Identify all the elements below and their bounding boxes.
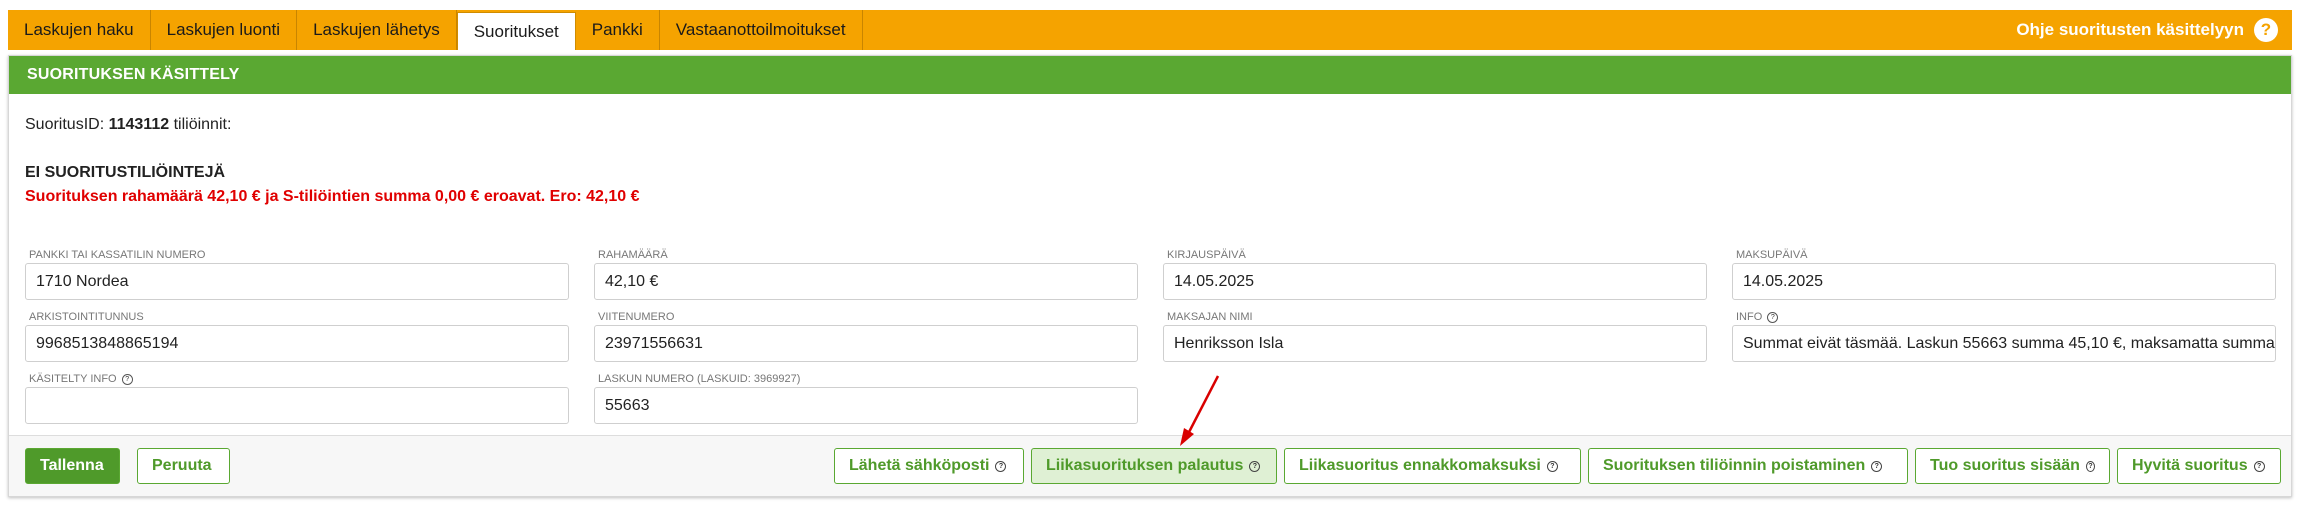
payer-label: MAKSAJAN NIMI [1167,311,1253,323]
amount-input[interactable]: 42,10 € [594,263,1138,300]
pay-date-field: MAKSUPÄIVÄ 14.05.2025 [1732,249,2276,300]
tab-laskujen-haku[interactable]: Laskujen haku [8,10,151,50]
payment-id: 1143112 [108,116,170,133]
tab-vastaanottoilmoitukset[interactable]: Vastaanottoilmoitukset [660,10,863,50]
payer-input[interactable]: Henriksson Isla [1163,325,1707,362]
id-prefix: SuoritusID: [25,116,105,133]
question-icon: ? [2254,18,2278,42]
question-icon[interactable]: ? [121,373,133,385]
archive-id-input[interactable]: 9968513848865194 [25,325,569,362]
bank-field: PANKKI TAI KASSATILIN NUMERO 1710 Nordea [25,249,569,300]
import-payment-button[interactable]: Tuo suoritus sisään? [1915,448,2110,484]
pay-date-input[interactable]: 14.05.2025 [1732,263,2276,300]
payer-field: MAKSAJAN NIMI Henriksson Isla [1163,311,1707,362]
approve-label: Hyvitä suoritus [2132,457,2248,474]
entry-date-label: KIRJAUSPÄIVÄ [1167,249,1246,261]
handled-info-label: KÄSITELTY INFO [29,373,117,385]
action-bar: Tallenna Peruuta Lähetä sähköposti? Liik… [9,435,2291,496]
save-button[interactable]: Tallenna [25,448,120,484]
annotation-arrow-icon [1180,375,1220,446]
archive-id-label: ARKISTOINTITUNNUS [29,311,144,323]
help-label: Ohje suoritusten käsittelyyn [2016,20,2244,39]
cancel-button[interactable]: Peruuta [137,448,230,484]
panel-title: SUORITUKSEN KÄSITTELY [9,56,2291,94]
send-email-label: Lähetä sähköposti [849,457,990,474]
import-label: Tuo suoritus sisään [1930,457,2080,474]
invoice-number-label: LASKUN NUMERO (LASKUID: 3969927) [598,373,801,385]
top-nav: Laskujen haku Laskujen luonti Laskujen l… [8,10,2292,50]
no-entries-heading: EI SUORITUSTILIÖINTEJÄ [25,164,226,181]
reference-input[interactable]: 23971556631 [594,325,1138,362]
send-email-button[interactable]: Lähetä sähköposti? [834,448,1024,484]
tab-laskujen-lahetys[interactable]: Laskujen lähetys [297,10,457,50]
invoice-number-field: LASKUN NUMERO (LASKUID: 3969927) 55663 [594,373,1138,424]
id-suffix: tiliöinnit: [173,116,232,133]
question-icon: ? [2085,460,2095,472]
bank-input[interactable]: 1710 Nordea [25,263,569,300]
help-link[interactable]: Ohje suoritusten käsittelyyn ? [2016,10,2292,50]
question-icon[interactable]: ? [1767,311,1779,323]
payment-id-line: SuoritusID: 1143112 tiliöinnit: [25,116,231,134]
remove-entries-label: Suorituksen tiliöinnin poistaminen [1603,457,1866,474]
info-label-wrap: INFO ? [1736,311,2276,323]
info-label: INFO [1736,311,1763,323]
advance-label: Liikasuoritus ennakkomaksuksi [1299,457,1541,474]
reference-field: VIITENUMERO 23971556631 [594,311,1138,362]
remove-entries-button[interactable]: Suorituksen tiliöinnin poistaminen? [1588,448,1908,484]
question-icon: ? [2253,460,2265,472]
pay-date-label: MAKSUPÄIVÄ [1736,249,1808,261]
reference-label: VIITENUMERO [598,311,675,323]
overpayment-advance-button[interactable]: Liikasuoritus ennakkomaksuksi? [1284,448,1581,484]
refund-overpayment-button[interactable]: Liikasuorituksen palautus? [1031,448,1277,484]
invoice-number-input[interactable]: 55663 [594,387,1138,424]
amount-label: RAHAMÄÄRÄ [598,249,668,261]
entry-date-field: KIRJAUSPÄIVÄ 14.05.2025 [1163,249,1707,300]
question-icon: ? [1249,460,1261,472]
amount-field: RAHAMÄÄRÄ 42,10 € [594,249,1138,300]
tab-pankki[interactable]: Pankki [576,10,660,50]
refund-label: Liikasuorituksen palautus [1046,457,1244,474]
entry-date-input[interactable]: 14.05.2025 [1163,263,1707,300]
handled-info-input[interactable] [25,387,569,424]
question-icon: ? [995,460,1007,472]
question-icon: ? [1871,460,1883,472]
handled-info-label-wrap: KÄSITELTY INFO ? [29,373,569,385]
handled-info-field: KÄSITELTY INFO ? [25,373,569,424]
info-input[interactable]: Summat eivät täsmää. Laskun 55663 summa … [1732,325,2276,362]
payment-panel: SUORITUKSEN KÄSITTELY SuoritusID: 114311… [8,55,2292,497]
bank-label: PANKKI TAI KASSATILIN NUMERO [29,249,206,261]
error-message: Suorituksen rahamäärä 42,10 € ja S-tiliö… [25,188,640,205]
tab-suoritukset[interactable]: Suoritukset [456,12,576,50]
tab-laskujen-luonti[interactable]: Laskujen luonti [151,10,298,50]
info-field: INFO ? Summat eivät täsmää. Laskun 55663… [1732,311,2276,362]
approve-payment-button[interactable]: Hyvitä suoritus? [2117,448,2281,484]
archive-id-field: ARKISTOINTITUNNUS 9968513848865194 [25,311,569,362]
question-icon: ? [1546,460,1558,472]
